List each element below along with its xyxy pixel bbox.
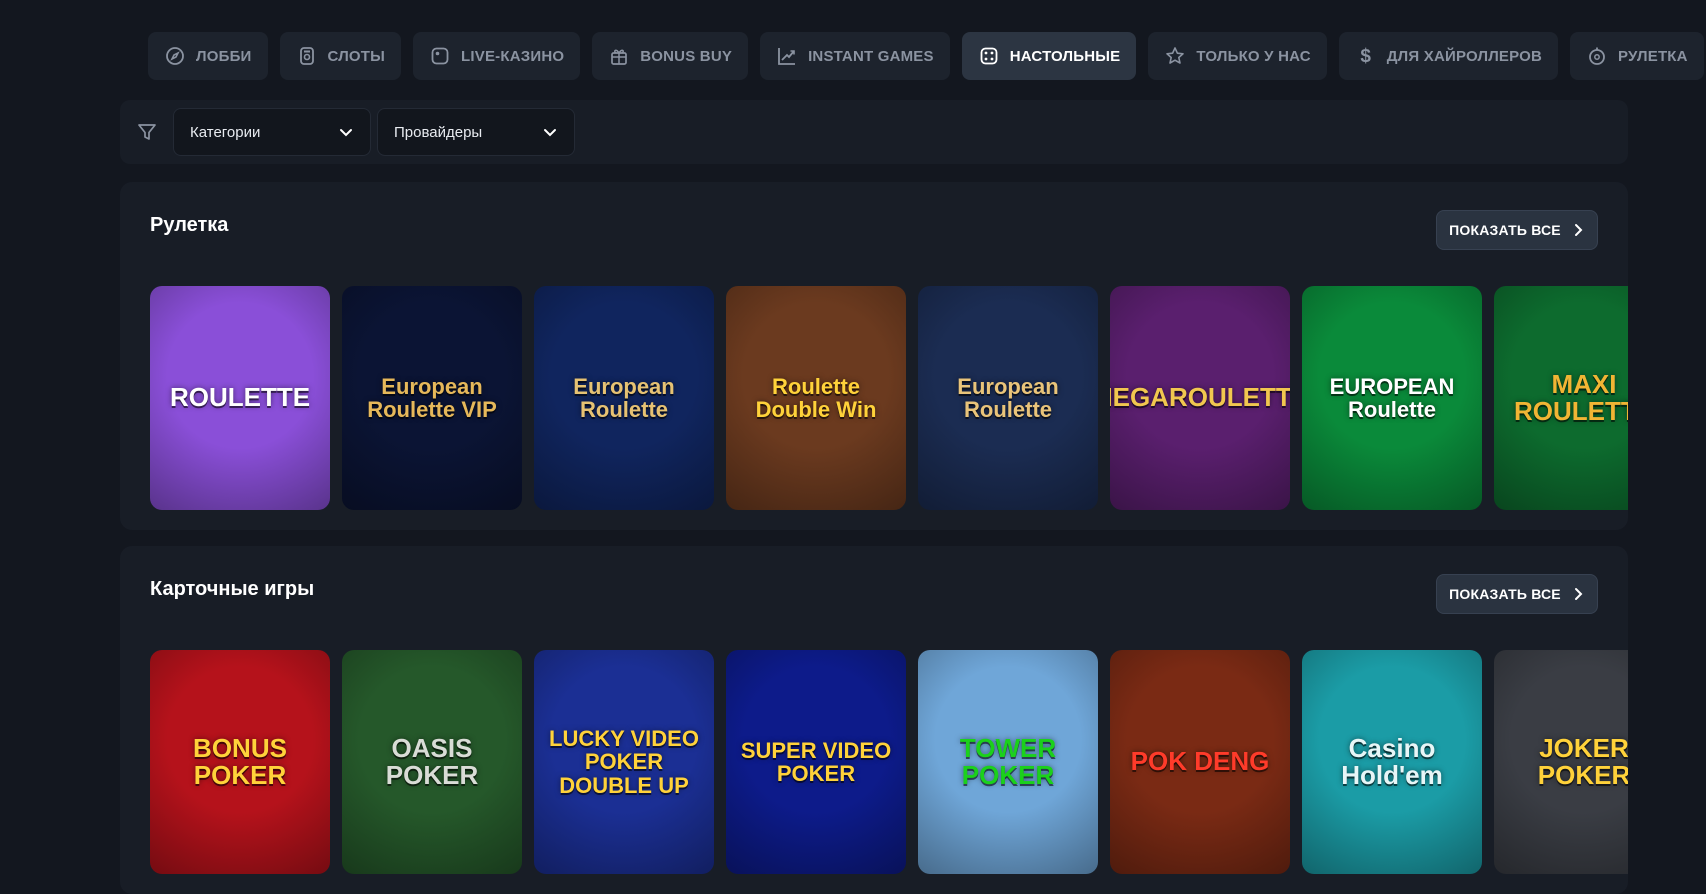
tab-instant-games[interactable]: INSTANT GAMES [760, 32, 950, 80]
game-title: MAXI ROULETTE [1513, 368, 1628, 426]
game-title: ROULETTE [169, 382, 311, 413]
show-all-label: ПОКАЗАТЬ ВСЕ [1449, 586, 1561, 602]
game-title: Casino Hold'em [1341, 732, 1443, 790]
filter-bar: Категории Провайдеры [120, 100, 1628, 164]
star-icon [1164, 45, 1186, 67]
chevron-down-icon [340, 129, 352, 137]
game-title: TOWER POKER [959, 732, 1057, 790]
game-title: POK DENG [1130, 746, 1270, 777]
section-title: Рулетка [150, 214, 229, 236]
tab-label: INSTANT GAMES [808, 47, 934, 65]
chevron-right-icon [1574, 224, 1583, 236]
game-card[interactable]: TOWER POKER [918, 650, 1098, 874]
show-all-label: ПОКАЗАТЬ ВСЕ [1449, 222, 1561, 238]
filter-icon[interactable] [136, 121, 158, 143]
gift-icon [608, 45, 630, 67]
game-card[interactable]: ROULETTE [150, 286, 330, 510]
game-card[interactable]: European Roulette [918, 286, 1098, 510]
game-card[interactable]: JOKER POKER [1494, 650, 1628, 874]
game-card[interactable]: EUROPEAN Roulette [1302, 286, 1482, 510]
section-roulette: Рулетка ПОКАЗАТЬ ВСЕ ROULETTE European R… [120, 182, 1628, 530]
game-title: BONUS POKER [193, 732, 287, 790]
providers-select[interactable]: Провайдеры [377, 108, 575, 156]
game-card[interactable]: OASIS POKER [342, 650, 522, 874]
roulette-icon [1586, 45, 1608, 67]
categories-select-label: Категории [190, 123, 261, 141]
game-title: JOKER POKER [1537, 732, 1628, 790]
tab-live-casino[interactable]: LIVE-КАЗИНО [413, 32, 581, 80]
chevron-down-icon [544, 129, 556, 137]
tab-label: ЛОББИ [196, 47, 252, 65]
dollar-icon: $ [1355, 45, 1377, 67]
game-card[interactable]: European Roulette VIP [342, 286, 522, 510]
game-title: LUCKY VIDEO POKER DOUBLE UP [549, 726, 699, 798]
game-title: MEGAROULETTE [1110, 382, 1290, 413]
game-title: Roulette Double Win [755, 373, 877, 422]
tab-label: НАСТОЛЬНЫЕ [1009, 47, 1121, 65]
providers-select-label: Провайдеры [394, 123, 483, 141]
dice-icon [978, 45, 1000, 67]
live-icon [429, 45, 451, 67]
game-row: BONUS POKER OASIS POKER LUCKY VIDEO POKE… [150, 650, 1628, 874]
game-card[interactable]: Casino Hold'em [1302, 650, 1482, 874]
game-title: EUROPEAN Roulette [1329, 373, 1455, 422]
tab-label: LIVE-КАЗИНО [461, 47, 565, 65]
tab-roulette[interactable]: РУЛЕТКА [1570, 32, 1704, 80]
game-title: European Roulette VIP [367, 373, 497, 422]
game-title: OASIS POKER [385, 732, 479, 790]
tab-lobby[interactable]: ЛОББИ [148, 32, 268, 80]
compass-icon [164, 45, 186, 67]
game-card[interactable]: POK DENG [1110, 650, 1290, 874]
tab-label: РУЛЕТКА [1618, 47, 1688, 65]
tab-label: ТОЛЬКО У НАС [1196, 47, 1311, 65]
game-card[interactable]: MEGAROULETTE [1110, 286, 1290, 510]
game-card[interactable]: BONUS POKER [150, 650, 330, 874]
game-card[interactable]: SUPER VIDEO POKER [726, 650, 906, 874]
tab-exclusive[interactable]: ТОЛЬКО У НАС [1148, 32, 1327, 80]
tab-bonus-buy[interactable]: BONUS BUY [592, 32, 749, 80]
game-title: European Roulette [957, 373, 1059, 422]
chart-up-icon [776, 45, 798, 67]
game-title: SUPER VIDEO POKER [740, 737, 892, 786]
slot-icon [296, 45, 318, 67]
section-title: Карточные игры [150, 578, 315, 600]
show-all-button[interactable]: ПОКАЗАТЬ ВСЕ [1436, 574, 1598, 614]
show-all-button[interactable]: ПОКАЗАТЬ ВСЕ [1436, 210, 1598, 250]
tab-label: ДЛЯ ХАЙРОЛЛЕРОВ [1386, 47, 1543, 65]
chevron-right-icon [1574, 588, 1583, 600]
categories-select[interactable]: Категории [173, 108, 371, 156]
tab-highrollers[interactable]: $ ДЛЯ ХАЙРОЛЛЕРОВ [1338, 32, 1559, 80]
section-card-games: Карточные игры ПОКАЗАТЬ ВСЕ BONUS POKER … [120, 546, 1628, 894]
tab-label: BONUS BUY [640, 47, 733, 65]
tab-table-games[interactable]: НАСТОЛЬНЫЕ [961, 32, 1137, 80]
game-title: European Roulette [573, 373, 675, 422]
tab-label: СЛОТЫ [327, 47, 386, 65]
game-card[interactable]: LUCKY VIDEO POKER DOUBLE UP [534, 650, 714, 874]
category-tabs: ЛОББИ СЛОТЫ LIVE-КАЗИНО BONUS BUY INSTAN… [148, 32, 1704, 80]
game-card[interactable]: European Roulette [534, 286, 714, 510]
game-card[interactable]: MAXI ROULETTE [1494, 286, 1628, 510]
tab-slots[interactable]: СЛОТЫ [279, 32, 402, 80]
game-row: ROULETTE European Roulette VIP European … [150, 286, 1628, 510]
game-card[interactable]: Roulette Double Win [726, 286, 906, 510]
dollar-glyph: $ [1360, 45, 1372, 67]
